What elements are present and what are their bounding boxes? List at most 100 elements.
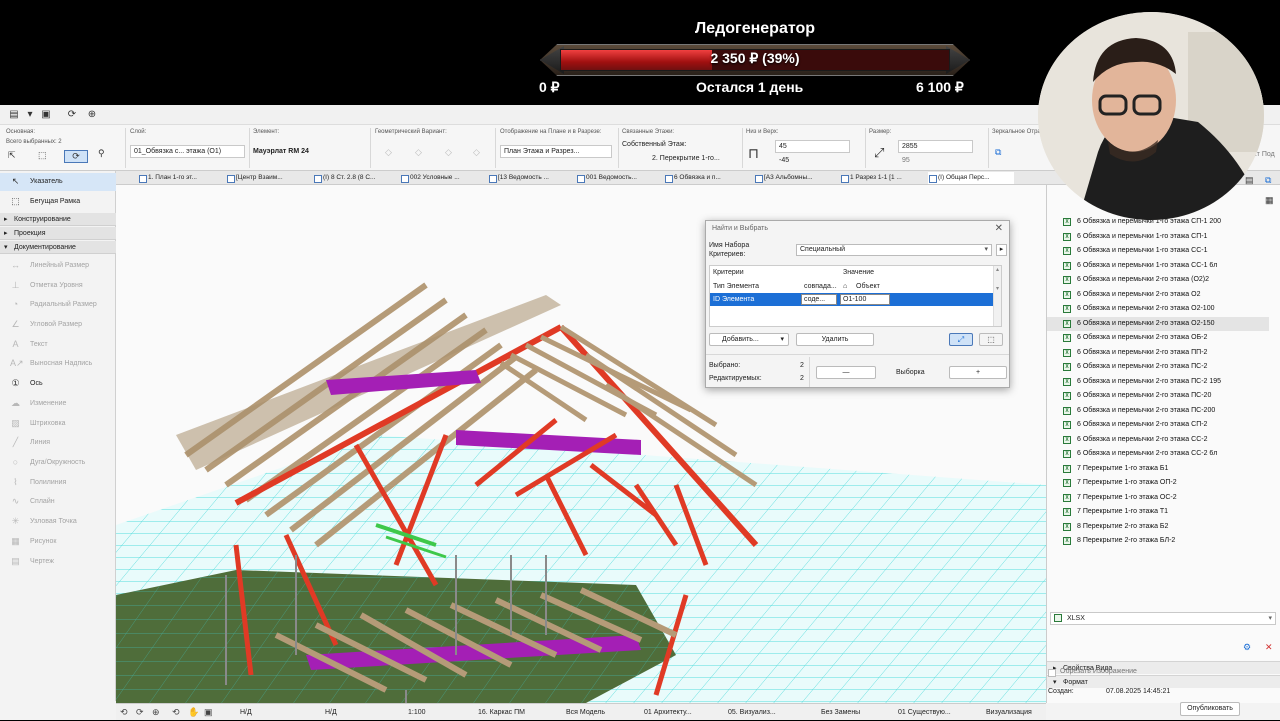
file-icon[interactable]: ▤ <box>8 109 20 121</box>
table-row-selected[interactable]: ID Элемента соде... О1-100 <box>710 293 1000 306</box>
publisher-list-item[interactable]: X 6 Обвязка и перемычки 2-го этажа СС-2 <box>1047 433 1269 448</box>
zoom-icon[interactable]: ⊕ <box>152 707 160 718</box>
geometry-icon[interactable]: ◇ <box>473 147 480 158</box>
model-view-select[interactable]: 16. Каркас ПМ <box>478 704 525 721</box>
mirror-icon[interactable]: ⧉ <box>995 147 1001 158</box>
publisher-list-item[interactable]: X 6 Обвязка и перемычки 2-го этажа ОБ-2 <box>1047 331 1269 346</box>
line-tool[interactable]: ╱ Линия <box>0 433 116 453</box>
tab-framing[interactable]: 6 Обвязка и п... <box>664 172 750 184</box>
section-design[interactable]: Конструирование <box>0 213 116 226</box>
rotate-icon[interactable]: ⟳ <box>64 150 88 163</box>
settings-icon[interactable]: ⚙ <box>1243 642 1251 653</box>
publish-button[interactable]: Опубликовать <box>1180 702 1240 716</box>
criteria-operator-select[interactable]: соде... <box>801 294 837 305</box>
publisher-list-item[interactable]: X 6 Обвязка и перемычки 2-го этажа ПС-200 <box>1047 404 1269 419</box>
tab-plan-1[interactable]: 1. План 1-го эт... <box>138 172 238 184</box>
graphic-override-select[interactable]: Без Замены <box>821 704 860 721</box>
publisher-list-item[interactable]: X 8 Перекрытие 2-го этажа БЛ-2 <box>1047 534 1269 549</box>
table-row[interactable]: Тип Элемента совпада... ⌂ Объект <box>710 280 1000 293</box>
publisher-list-item[interactable]: X 7 Перекрытие 1-го этажа Б1 <box>1047 462 1269 477</box>
criteria-set-menu-button[interactable]: ▸ <box>996 244 1007 256</box>
fit-icon[interactable]: ▣ <box>204 707 213 718</box>
marquee-select-icon[interactable]: ⬚ <box>38 150 47 161</box>
publisher-list-item[interactable]: X 6 Обвязка и перемычки 2-го этажа ПС-2 1… <box>1047 375 1269 390</box>
tree-icon[interactable]: ⚲ <box>98 148 105 159</box>
model-view-options-select[interactable]: 05. Визуализ... <box>728 704 776 721</box>
publisher-list-item[interactable]: X 7 Перекрытие 1-го этажа ОП-2 <box>1047 476 1269 491</box>
bottom-offset-field[interactable]: -45 <box>775 154 850 167</box>
publisher-list-item[interactable]: X 6 Обвязка и перемычки 1-го этажа СП-1 <box>1047 230 1269 245</box>
tab-general-perspective[interactable]: (I) Общая Перс... <box>928 172 1014 184</box>
angle-dimension-tool[interactable]: ∠ Угловой Размер <box>0 315 116 335</box>
pen-set-select[interactable]: 01 Архитекту... <box>644 704 692 721</box>
select-pick-icon[interactable]: ⤢ <box>949 333 973 346</box>
publisher-list-item[interactable]: X 6 Обвязка и перемычки 2-го этажа О2-100 <box>1047 302 1269 317</box>
teamwork-icon[interactable]: ⟳ <box>66 109 78 121</box>
deselect-button[interactable]: — <box>816 366 876 379</box>
dropdown-icon[interactable]: ▾ <box>24 109 36 121</box>
criteria-value[interactable]: Объект <box>853 280 913 293</box>
geometry-icon[interactable]: ◇ <box>445 147 452 158</box>
format-section[interactable]: Формат <box>1047 675 1280 689</box>
marquee-pick-icon[interactable]: ⬚ <box>979 333 1003 346</box>
section-projection[interactable]: Проекция <box>0 227 116 240</box>
text-tool[interactable]: A Текст <box>0 335 116 355</box>
publisher-list-item[interactable]: X 6 Обвязка и перемычки 2-го этажа (О2)2 <box>1047 273 1269 288</box>
delete-icon[interactable]: ✕ <box>1265 642 1273 653</box>
layer-select[interactable]: 01_Обвязка с... этажа (О1) <box>130 145 245 158</box>
delete-criteria-button[interactable]: Удалить <box>796 333 874 346</box>
close-icon[interactable]: ✕ <box>995 223 1003 234</box>
own-floor-select[interactable]: 2. Перекрытие 1-го... <box>652 155 720 162</box>
publisher-list-item[interactable]: X 6 Обвязка и перемычки 2-го этажа ПП-2 <box>1047 346 1269 361</box>
grid-tool[interactable]: ① Ось <box>0 374 116 394</box>
arrow-select-icon[interactable]: ⇱ <box>8 150 16 161</box>
publisher-list-item[interactable]: X 6 Обвязка и перемычки 2-го этажа СП-2 <box>1047 418 1269 433</box>
criteria-set-select[interactable]: Специальный <box>796 244 992 256</box>
tab-a3-album[interactable]: [А3 Альбомны... <box>754 172 840 184</box>
scroll-up-icon[interactable]: ▦ <box>1265 195 1274 206</box>
polyline-tool[interactable]: ⌇ Полилиния <box>0 473 116 493</box>
structure-display-select[interactable]: Вся Модель <box>566 704 605 721</box>
tab-interaction-center[interactable]: [Центр Взаим... <box>226 172 312 184</box>
format-select[interactable]: XLSX <box>1050 612 1276 625</box>
figure-tool[interactable]: ▦ Рисунок <box>0 532 116 552</box>
add-to-selection-button[interactable]: + <box>949 366 1007 379</box>
size-field-2[interactable]: 95 <box>898 154 973 167</box>
level-mark-tool[interactable]: ⊥ Отметка Уровня <box>0 276 116 296</box>
publisher-list-item[interactable]: X 7 Перекрытие 1-го этажа ОС-2 <box>1047 491 1269 506</box>
tab-schedule-001[interactable]: 001 Ведомость... <box>576 172 662 184</box>
fill-tool[interactable]: ▨ Штриховка <box>0 414 116 434</box>
display-select[interactable]: План Этажа и Разрез... <box>500 145 612 158</box>
publisher-list-item[interactable]: X 8 Перекрытие 2-го этажа Б2 <box>1047 520 1269 535</box>
publisher-list-item[interactable]: X 7 Перекрытие 1-го этажа Т1 <box>1047 505 1269 520</box>
redo-icon[interactable]: ⟳ <box>136 707 144 718</box>
publisher-list-item[interactable]: X 6 Обвязка и перемычки 1-го этажа СС-1 <box>1047 244 1269 259</box>
layout-icon[interactable]: ▤ <box>1245 175 1254 186</box>
hotspot-tool[interactable]: ✳ Узловая Точка <box>0 512 116 532</box>
criteria-operator[interactable]: совпада... <box>801 280 839 293</box>
criteria-value-input[interactable]: О1-100 <box>840 294 890 305</box>
publisher-list-item[interactable]: X 6 Обвязка и перемычки 1-го этажа СС-1 6… <box>1047 259 1269 274</box>
change-tool[interactable]: ☁ Изменение <box>0 394 116 414</box>
orbit-icon[interactable]: ⟲ <box>172 707 180 718</box>
tab-st-2-8[interactable]: (I) 8 Ст. 2.8 (8 С... <box>313 172 399 184</box>
publisher-list-item[interactable]: X 6 Обвязка и перемычки 2-го этажа О2-150 <box>1047 316 1269 331</box>
tab-section-1-1[interactable]: 1 Разрез 1-1 [1 ... <box>840 172 926 184</box>
tab-legend[interactable]: 002 Условные ... <box>400 172 486 184</box>
tab-schedule-13[interactable]: [13 Ведомость ... <box>488 172 574 184</box>
size-field-1[interactable]: 2855 <box>898 140 973 153</box>
label-tool[interactable]: A↗ Выносная Надпись <box>0 354 116 374</box>
renovation-filter-select[interactable]: 01 Существую... <box>898 704 951 721</box>
publisher-list-item[interactable]: X 6 Обвязка и перемычки 2-го этажа СС-2 6… <box>1047 447 1269 462</box>
crop-checkbox[interactable] <box>1048 669 1056 677</box>
pan-icon[interactable]: ✋ <box>188 707 199 718</box>
pointer-tool[interactable]: ↖ Указатель <box>0 173 116 191</box>
arc-tool[interactable]: ○ Дуга/Окружность <box>0 453 116 473</box>
marquee-tool[interactable]: ⬚ Бегущая Рамка <box>0 193 116 211</box>
save-icon[interactable]: ▣ <box>40 109 52 121</box>
radial-dimension-tool[interactable]: ◔ Радиальный Размер <box>0 295 116 315</box>
publisher-list-item[interactable]: X 6 Обвязка и перемычки 2-го этажа ПС-2 <box>1047 360 1269 375</box>
reserve-icon[interactable]: ⊕ <box>86 109 98 121</box>
scale-select[interactable]: 1:100 <box>408 704 426 721</box>
publisher-list-item[interactable]: X 6 Обвязка и перемычки 2-го этажа ПС-20 <box>1047 389 1269 404</box>
